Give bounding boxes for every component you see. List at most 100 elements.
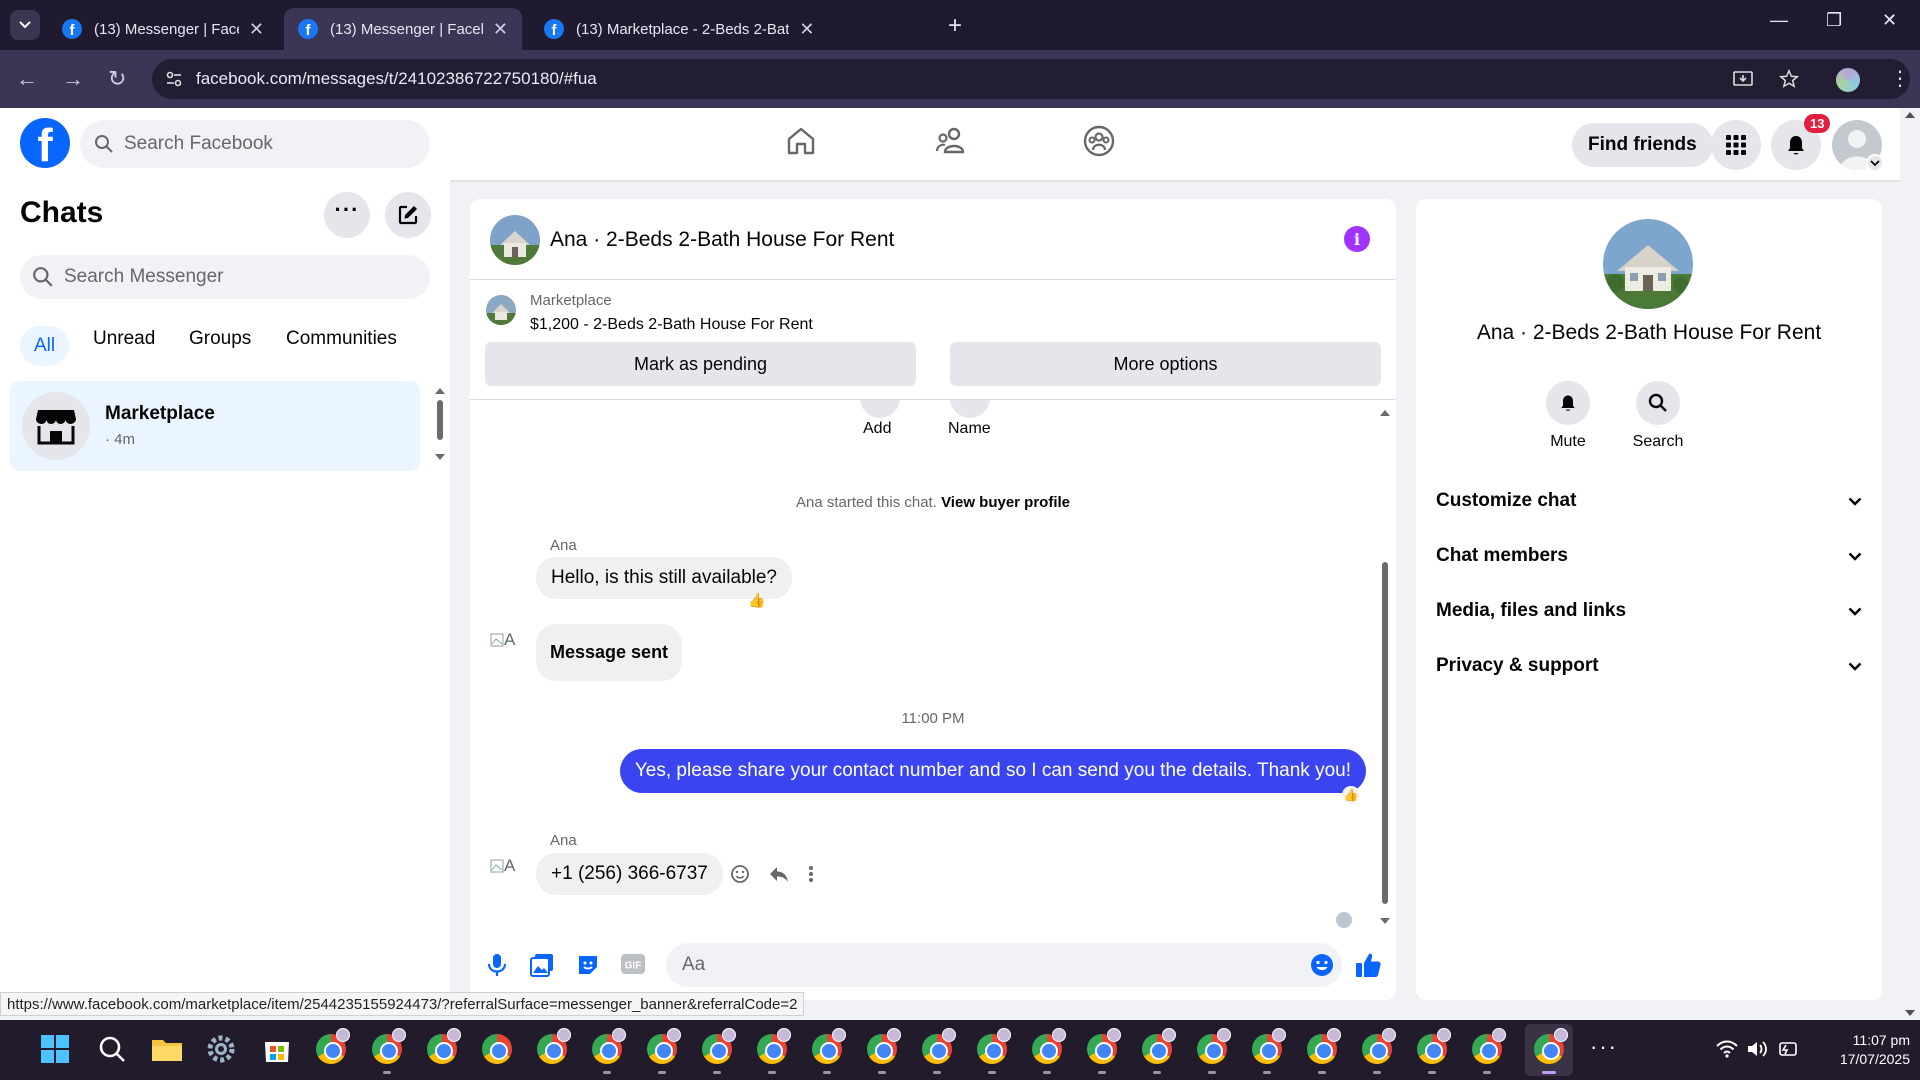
view-buyer-profile-link[interactable]: View buyer profile [941, 494, 1070, 511]
new-message-button[interactable] [385, 192, 431, 238]
chrome-window-5[interactable] [535, 1028, 571, 1066]
privacy-support-section[interactable]: Privacy & support [1436, 646, 1862, 686]
conversation-info-icon[interactable]: i [1344, 226, 1370, 252]
restore-window-icon[interactable]: ❐ [1826, 10, 1842, 31]
chrome-window-8[interactable] [700, 1028, 736, 1074]
microphone-icon[interactable] [486, 953, 508, 977]
close-tab-icon[interactable]: ✕ [493, 19, 508, 40]
chat-members-section[interactable]: Chat members [1436, 536, 1862, 576]
page-scrollbar[interactable] [1900, 108, 1920, 1020]
filter-unread[interactable]: Unread [93, 328, 155, 350]
back-arrow-icon[interactable]: ← [16, 66, 38, 92]
filter-communities[interactable]: Communities [286, 328, 397, 350]
chrome-window-9[interactable] [755, 1028, 791, 1074]
conversation-title[interactable]: Ana · 2-Beds 2-Bath House For Rent [550, 228, 894, 252]
chrome-window-14[interactable] [1030, 1028, 1066, 1074]
more-vertical-icon[interactable] [808, 864, 814, 884]
microsoft-store-icon[interactable] [260, 1032, 294, 1066]
more-options-button[interactable]: More options [950, 342, 1381, 386]
browser-tab-2[interactable]: f (13) Messenger | Facebook ✕ [284, 8, 522, 50]
file-explorer-icon[interactable] [150, 1032, 184, 1066]
bookmark-star-icon[interactable] [1778, 68, 1800, 90]
mark-as-pending-button[interactable]: Mark as pending [485, 342, 916, 386]
marketplace-listing-thumbnail[interactable] [486, 295, 516, 325]
facebook-logo-icon[interactable]: f [20, 118, 70, 168]
chrome-window-21[interactable] [1415, 1028, 1451, 1074]
account-menu-chevron[interactable] [1866, 154, 1884, 172]
emoji-icon[interactable] [1310, 953, 1334, 977]
close-tab-icon[interactable]: ✕ [249, 19, 264, 40]
add-people-button[interactable] [860, 400, 900, 418]
chat-list-item[interactable]: Marketplace · 4m [10, 381, 420, 471]
chrome-window-3[interactable] [425, 1028, 461, 1066]
outgoing-message[interactable]: Yes, please share your contact number an… [619, 749, 1366, 793]
filter-groups[interactable]: Groups [189, 328, 251, 350]
taskbar-search-icon[interactable] [95, 1032, 129, 1066]
chrome-window-18[interactable] [1250, 1028, 1286, 1074]
chrome-window-22[interactable] [1470, 1028, 1506, 1074]
react-emoji-icon[interactable] [730, 864, 750, 884]
home-icon[interactable] [784, 124, 818, 158]
find-friends-button[interactable]: Find friends [1572, 123, 1713, 167]
install-app-icon[interactable] [1732, 68, 1754, 90]
chrome-window-2[interactable] [370, 1028, 406, 1074]
settings-gear-icon[interactable] [204, 1032, 238, 1066]
chrome-window-7[interactable] [645, 1028, 681, 1074]
minimize-window-icon[interactable]: — [1770, 10, 1788, 31]
chrome-window-17[interactable] [1195, 1028, 1231, 1074]
chrome-window-12[interactable] [920, 1028, 956, 1074]
chrome-window-10[interactable] [810, 1028, 846, 1074]
listing-photo-avatar[interactable] [1603, 219, 1693, 309]
edit-name-button[interactable] [950, 400, 990, 418]
sticker-icon[interactable] [576, 953, 600, 977]
incoming-message[interactable]: +1 (256) 366-6737 [536, 853, 723, 895]
gif-icon[interactable]: GIF [620, 953, 646, 975]
thumbs-up-reaction-icon[interactable]: 👍 [748, 592, 765, 609]
chrome-window-1[interactable] [314, 1028, 350, 1066]
chrome-window-15[interactable] [1085, 1028, 1121, 1074]
system-clock[interactable]: 11:07 pm 17/07/2025 [1800, 1031, 1910, 1069]
volume-icon[interactable] [1746, 1040, 1768, 1058]
listing-title-link[interactable]: $1,200 - 2-Beds 2-Bath House For Rent [530, 316, 813, 334]
chrome-window-11[interactable] [865, 1028, 901, 1074]
facebook-search-input[interactable]: Search Facebook [80, 120, 430, 168]
message-input[interactable]: Aa [666, 943, 1342, 987]
chrome-window-active[interactable] [1532, 1028, 1568, 1074]
chat-options-button[interactable]: ··· [324, 192, 370, 238]
reply-icon[interactable] [768, 864, 790, 884]
chrome-window-19[interactable] [1305, 1028, 1341, 1074]
tab-search-button[interactable] [10, 10, 40, 40]
listing-photo-avatar[interactable] [490, 215, 540, 265]
close-tab-icon[interactable]: ✕ [799, 19, 814, 40]
media-files-links-section[interactable]: Media, files and links [1436, 591, 1862, 631]
thumbs-up-icon[interactable] [1354, 951, 1382, 979]
windows-start-icon[interactable] [38, 1032, 72, 1066]
groups-icon[interactable] [1082, 124, 1116, 158]
messenger-search-input[interactable]: Search Messenger [20, 255, 430, 299]
conversation-scrollbar[interactable] [1379, 408, 1391, 928]
photo-gallery-icon[interactable] [530, 953, 554, 977]
new-tab-button[interactable]: + [948, 12, 962, 40]
friends-icon[interactable] [934, 124, 968, 158]
reload-icon[interactable]: ↻ [108, 66, 126, 92]
search-in-conversation-button[interactable]: Search [1618, 381, 1698, 451]
filter-all[interactable]: All [20, 326, 70, 366]
chrome-window-4[interactable] [480, 1032, 514, 1066]
forward-arrow-icon[interactable]: → [62, 66, 84, 92]
mute-button[interactable]: Mute [1528, 381, 1608, 451]
chrome-window-20[interactable] [1360, 1028, 1396, 1074]
more-apps-icon[interactable]: ··· [1590, 1034, 1618, 1060]
browser-tab-3[interactable]: f (13) Marketplace - 2-Beds 2-Bat ✕ [530, 8, 934, 50]
customize-chat-section[interactable]: Customize chat [1436, 481, 1862, 521]
address-bar[interactable]: facebook.com/messages/t/2410238672275018… [152, 59, 1910, 99]
browser-menu-icon[interactable]: ⋮ [1890, 66, 1910, 91]
chrome-window-6[interactable] [590, 1028, 626, 1074]
chrome-window-13[interactable] [975, 1028, 1011, 1074]
close-window-icon[interactable]: ✕ [1882, 10, 1897, 31]
battery-charging-icon[interactable] [1776, 1040, 1798, 1058]
menu-button[interactable] [1711, 120, 1761, 170]
profile-avatar-icon[interactable] [1836, 68, 1860, 92]
chrome-window-16[interactable] [1140, 1028, 1176, 1074]
site-settings-icon[interactable] [164, 69, 184, 89]
sidebar-scrollbar[interactable] [434, 386, 446, 462]
